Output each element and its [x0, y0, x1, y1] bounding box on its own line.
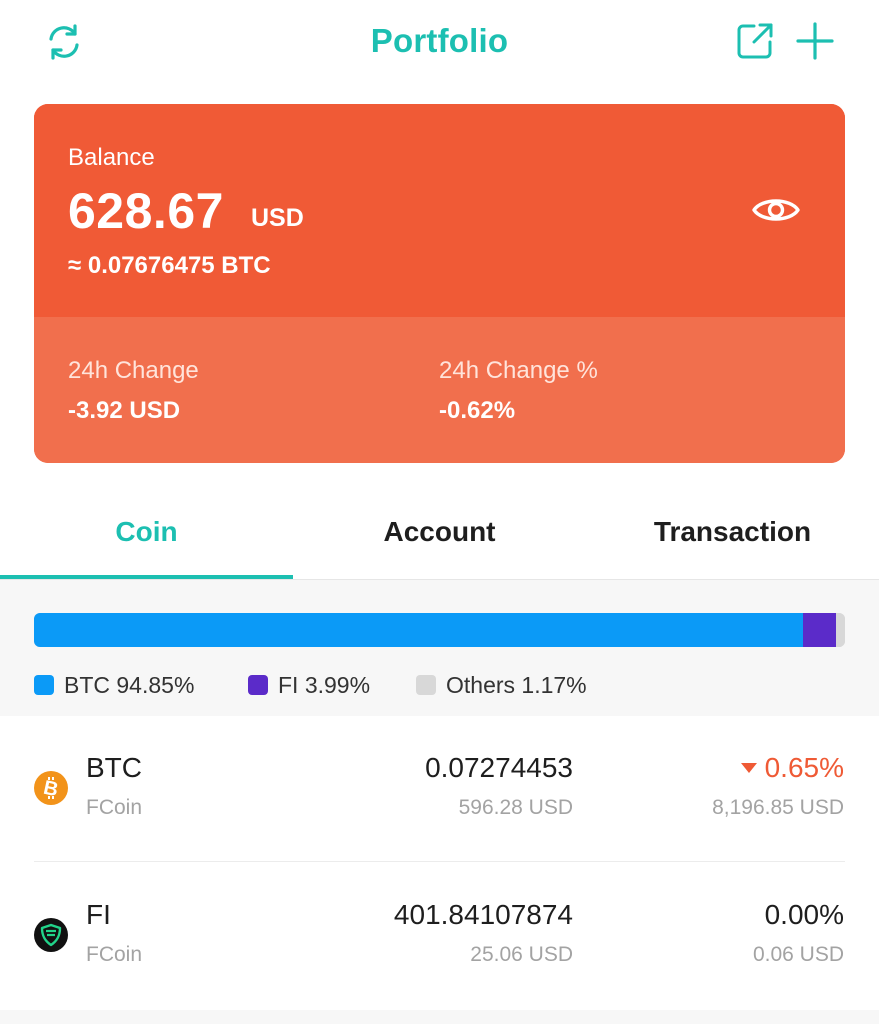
plus-icon[interactable] [792, 18, 838, 64]
coin-symbol: BTC [86, 752, 142, 783]
coin-row-fi[interactable]: FI FCoin 401.84107874 25.06 USD 0.00% 0.… [0, 863, 879, 1011]
coin-price: 8,196.85 USD [712, 796, 844, 819]
row-divider [34, 861, 845, 862]
legend-swatch-fi [248, 675, 268, 695]
tab-account[interactable]: Account [293, 500, 586, 579]
balance-btc-equivalent: ≈ 0.07676475 BTC [68, 252, 271, 279]
down-triangle-icon [740, 763, 757, 773]
change-24h-label: 24h Change [68, 357, 199, 384]
coin-quantity: 401.84107874 [393, 899, 573, 930]
legend-item-fi: FI 3.99% [248, 670, 370, 700]
balance-section: Balance 628.67 USD ≈ 0.07676475 BTC [34, 104, 845, 317]
allocation-segment-btc [34, 613, 804, 647]
coin-source: FCoin [86, 796, 143, 819]
eye-icon[interactable] [750, 190, 802, 230]
tab-bar: Coin Account Transaction [0, 500, 879, 580]
legend-label-btc: BTC 94.85% [64, 671, 195, 698]
coin-change-value: 0.00% [764, 899, 844, 930]
legend-label-others: Others 1.17% [446, 671, 587, 698]
coin-quantity: 0.07274453 [425, 752, 573, 783]
legend-item-others: Others 1.17% [416, 670, 587, 700]
coin-source: FCoin [86, 943, 143, 966]
bottom-spacer [0, 1010, 879, 1024]
coin-price: 0.06 USD [752, 943, 844, 966]
allocation-bar [34, 613, 845, 647]
tab-coin[interactable]: Coin [0, 500, 293, 579]
active-tab-indicator [0, 575, 293, 579]
coin-change-value: 0.65% [764, 752, 844, 783]
legend-swatch-btc [34, 675, 54, 695]
fi-shield-icon [34, 918, 68, 952]
balance-amount: 628.67 [68, 183, 224, 239]
coin-value-usd: 596.28 USD [458, 796, 573, 819]
coin-row-btc[interactable]: B BTC FCoin 0.07274453 596.28 USD 0.65% … [0, 716, 879, 864]
legend-label-fi: FI 3.99% [278, 671, 371, 698]
coin-symbol: FI [86, 899, 111, 930]
change-24h-pct-label: 24h Change % [439, 357, 598, 384]
balance-currency: USD [251, 204, 304, 232]
share-external-icon[interactable] [732, 18, 778, 64]
app-header: Portfolio [0, 0, 879, 88]
change-24h-value: -3.92 USD [68, 397, 181, 424]
legend-swatch-others [416, 675, 436, 695]
bitcoin-icon: B [34, 771, 68, 805]
coin-change: 0.65% [740, 752, 844, 784]
allocation-segment-others [835, 613, 845, 647]
balance-label: Balance [68, 144, 155, 171]
balance-card: Balance 628.67 USD ≈ 0.07676475 BTC 24h … [34, 104, 845, 463]
legend-item-btc: BTC 94.85% [34, 670, 194, 700]
coin-change: 0.00% [765, 899, 844, 931]
allocation-panel: BTC 94.85% FI 3.99% Others 1.17% [0, 580, 879, 716]
allocation-segment-fi [803, 613, 836, 647]
change-24h-pct-value: -0.62% [439, 397, 516, 424]
tab-transaction[interactable]: Transaction [586, 500, 879, 579]
change-section: 24h Change -3.92 USD 24h Change % -0.62% [34, 317, 845, 463]
coin-value-usd: 25.06 USD [470, 943, 573, 966]
